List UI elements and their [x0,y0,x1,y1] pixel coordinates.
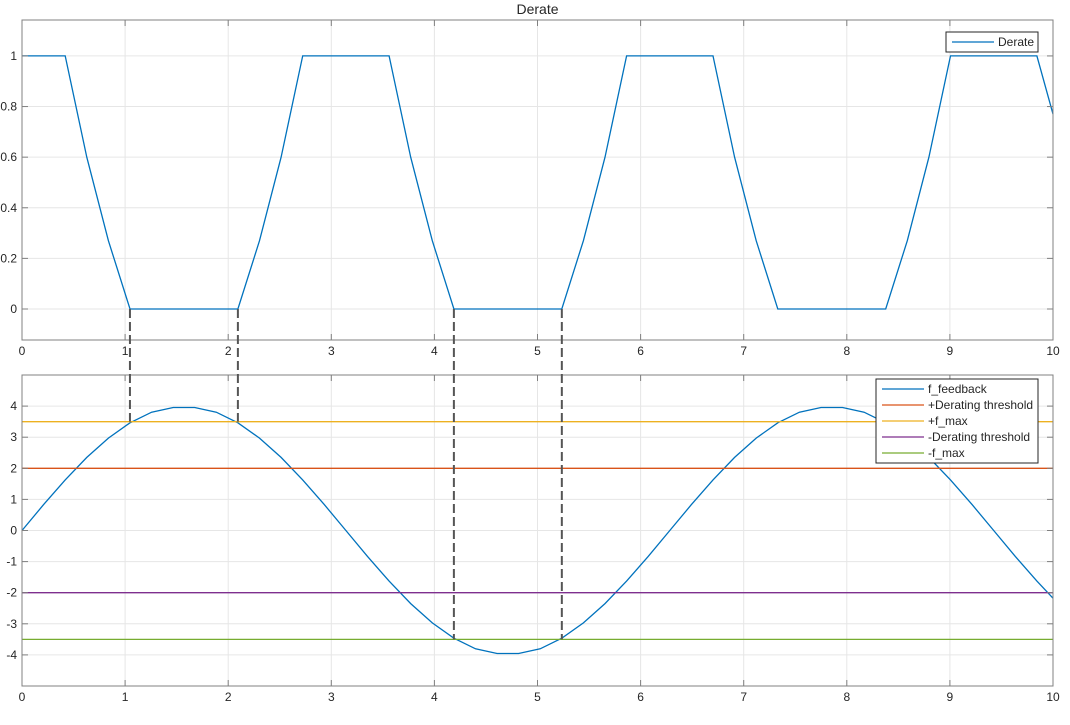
x-tick-label: 8 [843,344,850,358]
y-tick-label: -3 [6,617,17,631]
legend-label: -Derating threshold [928,430,1030,444]
x-tick-label: 8 [843,690,850,704]
legend-label: +f_max [928,414,968,428]
y-tick-label: 1 [10,492,17,506]
figure: 0 1 2 3 4 5 6 7 8 9 1000.20.40.60.81DerateDerate0 1… [0,1,1060,704]
x-tick-label: 3 [328,690,335,704]
x-tick-label: 1 [122,344,129,358]
x-tick-label: 4 [431,344,438,358]
x-tick-label: 10 [1046,690,1060,704]
y-tick-label: -1 [6,555,17,569]
x-tick-label: 4 [431,690,438,704]
legend-label: -f_max [928,446,965,460]
x-tick-label: 9 [947,690,954,704]
x-tick-label: 7 [740,690,747,704]
axes-2: 0 1 2 3 4 5 6 7 8 9 10 -4 -3 -2 -1 0 1 2 3 4 f_feedback +Dera… [6,374,1060,704]
legend-label: f_feedback [928,382,988,396]
x-tick-label: 6 [637,690,644,704]
legend-label: +Derating threshold [928,398,1033,412]
y-tick-label: -4 [6,648,17,662]
x-tick-label: 2 [225,344,232,358]
chart-title: Derate [516,1,558,17]
y-tick-label: 2 [10,461,17,475]
legend: Derate [945,31,1039,53]
y-tick-label: -2 [6,586,17,600]
y-tick-label: 0 [10,524,17,538]
x-tick-label: 0 [19,690,26,704]
y-tick-label: 0.8 [0,100,17,114]
x-tick-label: 5 [534,690,541,704]
x-tick-label: 9 [947,344,954,358]
axes-1: 0 1 2 3 4 5 6 7 8 9 10 0 0.2 0.4 0.6 0.8 1 Derate Derate [0,1,1060,358]
legend: f_feedback +Derating threshold +f_max -Dera… [875,378,1039,464]
y-tick-label: 0.4 [0,201,17,215]
x-tick-label: 6 [637,344,644,358]
x-tick-label: 5 [534,344,541,358]
y-tick-label: 0.2 [0,251,17,265]
x-tick-label: 7 [740,344,747,358]
x-tick-label: 2 [225,690,232,704]
legend-label: Derate [998,35,1034,49]
x-tick-label: 0 [19,344,26,358]
x-tick-label: 10 [1046,344,1060,358]
y-tick-label: 0 [10,302,17,316]
x-tick-label: 1 [122,690,129,704]
y-tick-label: 1 [10,49,17,63]
y-tick-label: 0.6 [0,150,17,164]
y-tick-label: 3 [10,430,17,444]
y-tick-label: 4 [10,399,17,413]
x-tick-label: 3 [328,344,335,358]
